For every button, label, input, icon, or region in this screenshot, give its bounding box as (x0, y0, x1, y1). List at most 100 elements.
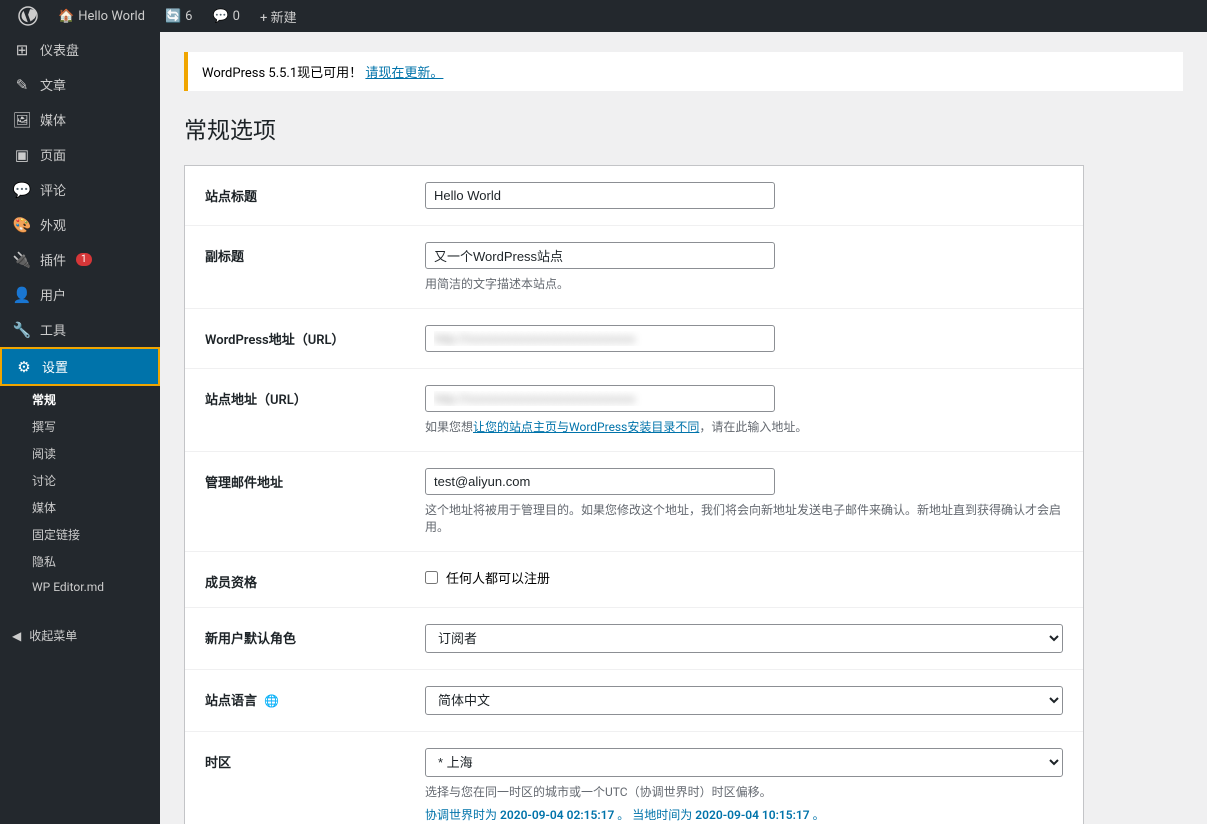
timezone-label: 时区 (205, 748, 405, 771)
collapse-icon: ◀ (12, 629, 21, 643)
membership-checkbox-label: 任何人都可以注册 (446, 568, 550, 587)
site-url-desc-pre: 如果您想 (425, 420, 473, 434)
site-title-field (425, 182, 1063, 209)
wp-logo[interactable] (8, 0, 48, 32)
tagline-label: 副标题 (205, 242, 405, 265)
posts-icon: ✎ (12, 76, 32, 94)
local-time-value: 2020-09-04 10:15:17 (695, 808, 809, 822)
subitem-discussion-label: 讨论 (32, 472, 56, 489)
subitem-privacy-label: 隐私 (32, 553, 56, 570)
main-content: WordPress 5.5.1现已可用！ 请现在更新。 常规选项 站点标题 副标… (160, 32, 1207, 824)
sidebar-subitem-permalinks[interactable]: 固定链接 (0, 521, 160, 548)
timezone-select[interactable]: * 上海 UTC+0 (425, 748, 1063, 777)
appearance-icon: 🎨 (12, 216, 32, 234)
updates-count: 6 (185, 9, 192, 24)
site-url-input[interactable] (425, 385, 775, 412)
site-language-select[interactable]: 简体中文 English (425, 686, 1063, 715)
sidebar-label-comments: 评论 (40, 180, 66, 199)
comments-side-icon: 💬 (12, 181, 32, 199)
sidebar-label-dashboard: 仪表盘 (40, 40, 79, 59)
sidebar-label-media: 媒体 (40, 110, 66, 129)
sidebar-label-plugins: 插件 (40, 250, 66, 269)
utc-time-info: 协调世界时为 2020-09-04 02:15:17 。 当地时间为 2020-… (425, 806, 1063, 823)
subitem-writing-label: 撰写 (32, 418, 56, 435)
sidebar-label-appearance: 外观 (40, 215, 66, 234)
comments-count: 0 (233, 9, 240, 24)
tagline-desc: 用简洁的文字描述本站点。 (425, 275, 1063, 292)
notice-link[interactable]: 请现在更新。 (365, 66, 443, 81)
admin-email-label: 管理邮件地址 (205, 468, 405, 491)
sidebar-item-comments[interactable]: 💬 评论 (0, 172, 160, 207)
new-content-item[interactable]: + 新建 (250, 0, 307, 32)
default-role-field: 订阅者 编辑 作者 投稿者 管理员 (425, 624, 1063, 653)
sidebar-subitem-wpeditor[interactable]: WP Editor.md (0, 575, 160, 599)
sidebar-item-pages[interactable]: ▣ 页面 (0, 137, 160, 172)
sidebar-label-tools: 工具 (40, 320, 66, 339)
sidebar-subitem-discussion[interactable]: 讨论 (0, 467, 160, 494)
media-icon: 🖼 (12, 111, 32, 129)
sidebar-item-posts[interactable]: ✎ 文章 (0, 67, 160, 102)
sidebar-item-settings[interactable]: ⚙ 设置 (0, 347, 160, 386)
sidebar-item-users[interactable]: 👤 用户 (0, 277, 160, 312)
membership-checkbox-row: 任何人都可以注册 (425, 568, 1063, 587)
timezone-field: * 上海 UTC+0 选择与您在同一时区的城市或一个UTC（协调世界时）时区偏移… (425, 748, 1063, 823)
timezone-desc: 选择与您在同一时区的城市或一个UTC（协调世界时）时区偏移。 (425, 783, 1063, 800)
sidebar-subitem-general[interactable]: 常规 (0, 386, 160, 413)
site-title-label: 站点标题 (205, 182, 405, 205)
tools-icon: 🔧 (12, 321, 32, 339)
sidebar-subitem-writing[interactable]: 撰写 (0, 413, 160, 440)
collapse-menu-button[interactable]: ◀ 收起菜单 (0, 619, 160, 652)
site-url-row: 站点地址（URL） 如果您想让您的站点主页与WordPress安装目录不同，请在… (185, 369, 1083, 452)
layout: ⊞ 仪表盘 ✎ 文章 🖼 媒体 ▣ 页面 💬 评论 🎨 外观 🔌 插件 1 (0, 32, 1207, 824)
update-notice: WordPress 5.5.1现已可用！ 请现在更新。 (184, 52, 1183, 91)
admin-email-field: 这个地址将被用于管理目的。如果您修改这个地址，我们将会向新地址发送电子邮件来确认… (425, 468, 1063, 535)
utc-time-value: 2020-09-04 02:15:17 (500, 808, 614, 822)
subitem-wpeditor-label: WP Editor.md (32, 580, 104, 594)
site-url-label: 站点地址（URL） (205, 385, 405, 408)
new-label: + 新建 (260, 7, 297, 26)
users-icon: 👤 (12, 286, 32, 304)
default-role-label: 新用户默认角色 (205, 624, 405, 647)
default-role-select[interactable]: 订阅者 编辑 作者 投稿者 管理员 (425, 624, 1063, 653)
wp-url-field (425, 325, 1063, 352)
plugins-badge: 1 (76, 253, 92, 266)
wp-url-label: WordPress地址（URL） (205, 325, 405, 348)
sidebar-item-plugins[interactable]: 🔌 插件 1 (0, 242, 160, 277)
sidebar-subitem-media2[interactable]: 媒体 (0, 494, 160, 521)
site-name-label: Hello World (78, 9, 145, 24)
sidebar-item-appearance[interactable]: 🎨 外观 (0, 207, 160, 242)
site-language-label: 站点语言 🌐 (205, 686, 405, 709)
admin-email-input[interactable] (425, 468, 775, 495)
updates-icon: 🔄 (165, 9, 181, 24)
sidebar-subitem-reading[interactable]: 阅读 (0, 440, 160, 467)
local-time-label: 当地时间为 (632, 808, 692, 822)
sidebar-item-tools[interactable]: 🔧 工具 (0, 312, 160, 347)
site-title-row: 站点标题 (185, 166, 1083, 226)
home-icon: 🏠 (58, 9, 74, 24)
site-name-item[interactable]: 🏠 Hello World (48, 0, 155, 32)
sidebar-label-users: 用户 (40, 285, 66, 304)
plugins-icon: 🔌 (12, 251, 32, 269)
updates-item[interactable]: 🔄 6 (155, 0, 203, 32)
sidebar-item-dashboard[interactable]: ⊞ 仪表盘 (0, 32, 160, 67)
admin-email-desc: 这个地址将被用于管理目的。如果您修改这个地址，我们将会向新地址发送电子邮件来确认… (425, 501, 1063, 535)
sidebar-subitem-privacy[interactable]: 隐私 (0, 548, 160, 575)
tagline-input[interactable] (425, 242, 775, 269)
tagline-field: 用简洁的文字描述本站点。 (425, 242, 1063, 292)
membership-row: 成员资格 任何人都可以注册 (185, 552, 1083, 608)
dashboard-icon: ⊞ (12, 41, 32, 59)
site-title-input[interactable] (425, 182, 775, 209)
site-url-field: 如果您想让您的站点主页与WordPress安装目录不同，请在此输入地址。 (425, 385, 1063, 435)
comments-item[interactable]: 💬 0 (202, 0, 250, 32)
subitem-permalinks-label: 固定链接 (32, 526, 80, 543)
membership-checkbox[interactable] (425, 571, 438, 584)
site-url-desc-link[interactable]: 让您的站点主页与WordPress安装目录不同 (473, 420, 699, 434)
site-url-desc-post: ，请在此输入地址。 (699, 420, 807, 434)
sidebar-label-settings: 设置 (42, 357, 68, 376)
site-language-field: 简体中文 English (425, 686, 1063, 715)
tagline-row: 副标题 用简洁的文字描述本站点。 (185, 226, 1083, 309)
sidebar-label-posts: 文章 (40, 75, 66, 94)
page-title: 常规选项 (184, 111, 1183, 145)
sidebar-item-media[interactable]: 🖼 媒体 (0, 102, 160, 137)
wp-url-input[interactable] (425, 325, 775, 352)
